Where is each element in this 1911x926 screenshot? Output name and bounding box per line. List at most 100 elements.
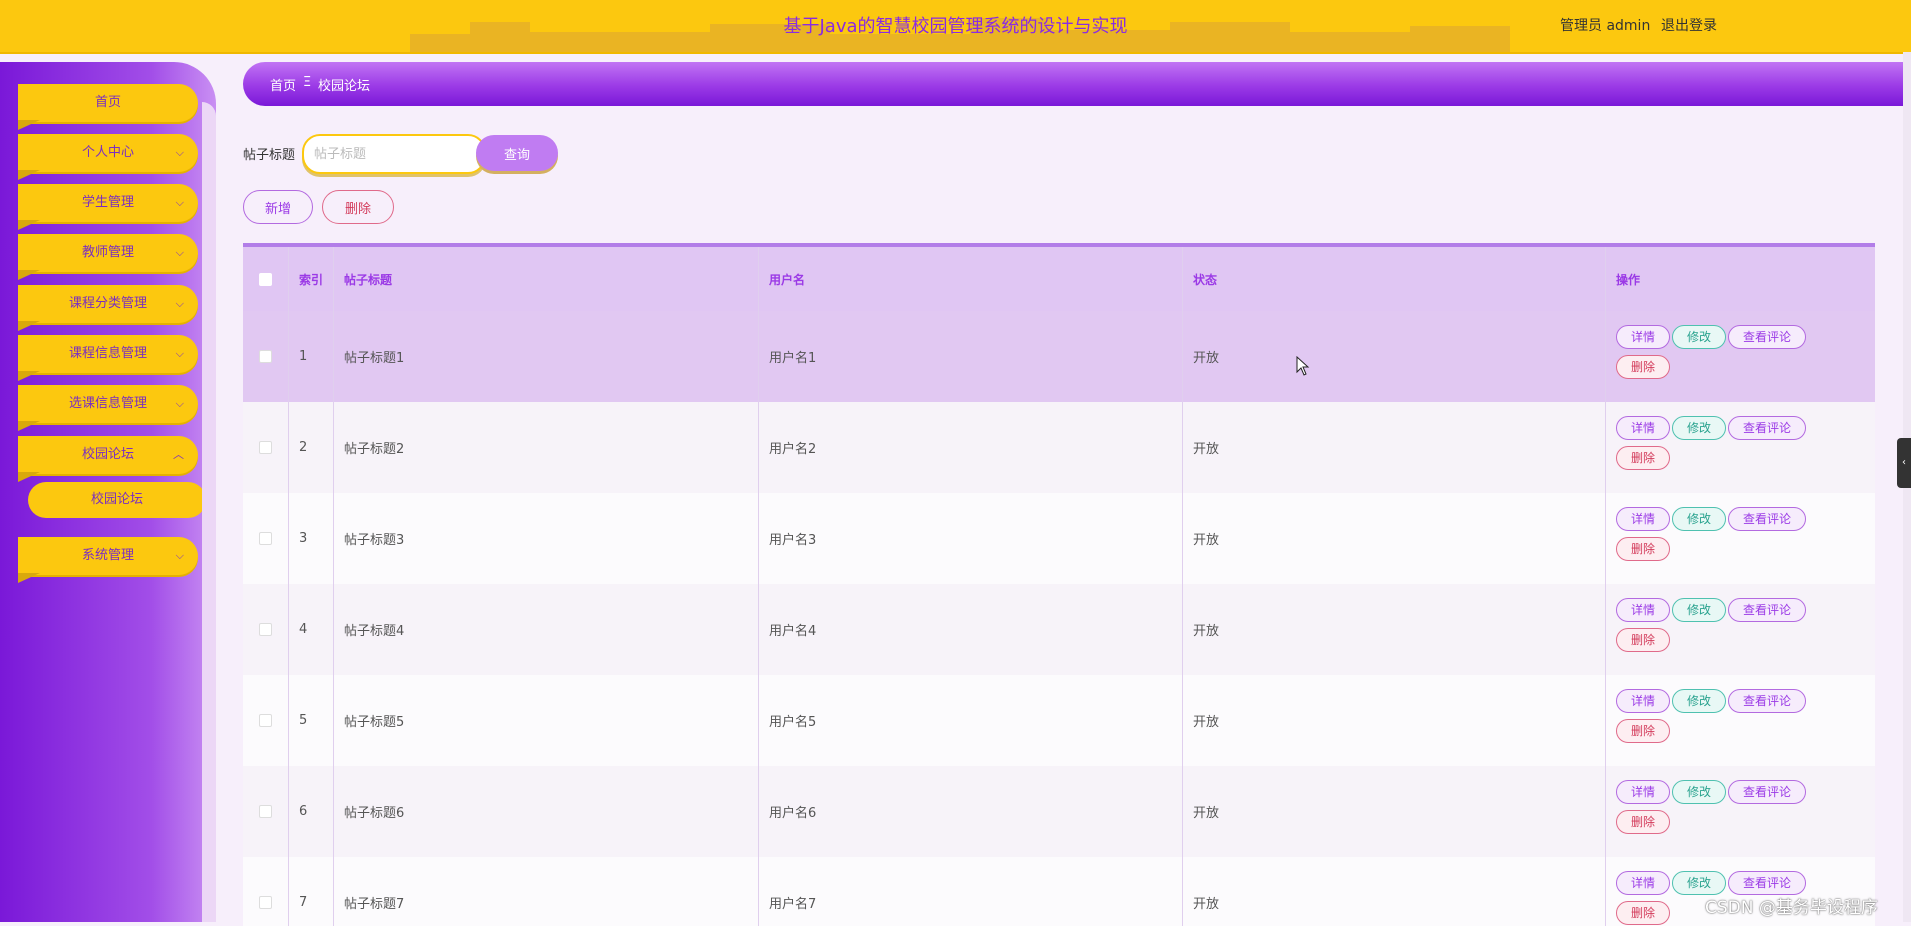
edit-button[interactable]: 修改 [1672, 871, 1727, 895]
chevron-down-icon: ⌵ [175, 347, 184, 360]
sidebar-item-system[interactable]: 系统管理 ⌵ [18, 537, 198, 583]
cell-index: 6 [289, 766, 334, 857]
row-checkbox[interactable] [259, 441, 272, 454]
breadcrumb: 首页 Ξ 校园论坛 [243, 62, 1911, 106]
detail-button[interactable]: 详情 [1616, 325, 1671, 349]
column-header-actions: 操作 [1616, 272, 1641, 287]
cell-status: 开放 [1183, 493, 1606, 584]
sidebar-item-course-categories[interactable]: 课程分类管理 ⌵ [18, 285, 198, 331]
chevron-up-icon: ︿ [173, 448, 184, 461]
table-row[interactable]: 2 帖子标题2 用户名2 开放 详情 修改 查看评论 删除 [243, 402, 1875, 494]
column-header-index: 索引 [289, 247, 334, 311]
row-actions: 详情 修改 查看评论删除 [1616, 689, 1866, 749]
sidebar-item-profile[interactable]: 个人中心 ⌵ [18, 134, 198, 180]
delete-button[interactable]: 删除 [1616, 355, 1671, 379]
sidebar-item-courses[interactable]: 课程信息管理 ⌵ [18, 335, 198, 381]
row-checkbox[interactable] [259, 714, 272, 727]
delete-button[interactable]: 删除 [1616, 810, 1671, 834]
search-input[interactable] [302, 134, 486, 174]
delete-button[interactable]: 删除 [1616, 446, 1671, 470]
sidebar-item-label: 选课信息管理 [68, 396, 147, 411]
edit-button[interactable]: 修改 [1672, 507, 1727, 531]
view-comments-button[interactable]: 查看评论 [1728, 871, 1807, 895]
panel-toggle-chevron-left-icon[interactable]: ‹ [1897, 438, 1911, 488]
delete-button[interactable]: 删除 [1616, 901, 1671, 925]
column-header-username: 用户名 [759, 247, 1183, 311]
sidebar-item-label: 课程信息管理 [68, 346, 147, 361]
sidebar-item-home[interactable]: 首页 [18, 84, 198, 130]
detail-button[interactable]: 详情 [1616, 416, 1671, 440]
view-comments-button[interactable]: 查看评论 [1728, 416, 1807, 440]
sidebar-subitem-forum[interactable]: 校园论坛 [28, 482, 206, 518]
cell-username: 用户名1 [759, 311, 1183, 402]
cell-index: 5 [289, 675, 334, 766]
top-header: 基于Java的智慧校园管理系统的设计与实现 管理员 admin 退出登录 [0, 0, 1911, 54]
column-header-title: 帖子标题 [334, 247, 759, 311]
cell-title: 帖子标题6 [334, 766, 759, 857]
view-comments-button[interactable]: 查看评论 [1728, 507, 1807, 531]
edit-button[interactable]: 修改 [1672, 598, 1727, 622]
sidebar-item-enrollments[interactable]: 选课信息管理 ⌵ [18, 385, 198, 431]
sidebar-item-label: 系统管理 [81, 548, 134, 563]
sidebar-item-label: 教师管理 [81, 245, 134, 260]
chevron-down-icon: ⌵ [175, 297, 184, 310]
chevron-down-icon: ⌵ [175, 397, 184, 410]
row-actions: 详情 修改 查看评论删除 [1616, 507, 1866, 567]
cell-username: 用户名2 [759, 402, 1183, 493]
view-comments-button[interactable]: 查看评论 [1728, 325, 1807, 349]
cell-status: 开放 [1183, 857, 1606, 926]
sidebar-item-label: 个人中心 [81, 145, 134, 160]
sidebar-item-students[interactable]: 学生管理 ⌵ [18, 184, 198, 230]
row-checkbox[interactable] [259, 532, 272, 545]
cell-status: 开放 [1183, 766, 1606, 857]
row-checkbox[interactable] [259, 896, 272, 909]
cell-index: 7 [289, 857, 334, 926]
row-checkbox[interactable] [259, 805, 272, 818]
view-comments-button[interactable]: 查看评论 [1728, 598, 1807, 622]
row-checkbox[interactable] [259, 623, 272, 636]
detail-button[interactable]: 详情 [1616, 598, 1671, 622]
logout-link[interactable]: 退出登录 [1661, 15, 1717, 35]
view-comments-button[interactable]: 查看评论 [1728, 780, 1807, 804]
chevron-down-icon: ⌵ [175, 196, 184, 209]
delete-button[interactable]: 删除 [1616, 719, 1671, 743]
table-row[interactable]: 1 帖子标题1 用户名1 开放 详情 修改 查看评论 删除 [243, 311, 1875, 403]
table-row[interactable]: 4 帖子标题4 用户名4 开放 详情 修改 查看评论 删除 [243, 584, 1875, 676]
cell-title: 帖子标题7 [334, 857, 759, 926]
cell-title: 帖子标题4 [334, 584, 759, 675]
edit-button[interactable]: 修改 [1672, 689, 1727, 713]
view-comments-button[interactable]: 查看评论 [1728, 689, 1807, 713]
sidebar-item-label: 学生管理 [81, 195, 134, 210]
detail-button[interactable]: 详情 [1616, 780, 1671, 804]
batch-delete-button[interactable]: 删除 [322, 190, 394, 224]
sidebar-item-label: 校园论坛 [81, 447, 134, 462]
cell-status: 开放 [1183, 311, 1606, 402]
select-all-checkbox[interactable] [259, 272, 272, 286]
cell-username: 用户名7 [759, 857, 1183, 926]
cell-title: 帖子标题3 [334, 493, 759, 584]
detail-button[interactable]: 详情 [1616, 689, 1671, 713]
delete-button[interactable]: 删除 [1616, 628, 1671, 652]
detail-button[interactable]: 详情 [1616, 871, 1671, 895]
table-row[interactable]: 6 帖子标题6 用户名6 开放 详情 修改 查看评论 删除 [243, 766, 1875, 858]
chevron-down-icon: ⌵ [175, 146, 184, 159]
delete-button[interactable]: 删除 [1616, 537, 1671, 561]
edit-button[interactable]: 修改 [1672, 780, 1727, 804]
sidebar-item-teachers[interactable]: 教师管理 ⌵ [18, 234, 198, 280]
detail-button[interactable]: 详情 [1616, 507, 1671, 531]
add-button[interactable]: 新增 [243, 190, 313, 224]
sidebar-item-forum[interactable]: 校园论坛 ︿ [18, 436, 198, 482]
breadcrumb-home[interactable]: 首页 [270, 75, 296, 94]
cell-title: 帖子标题1 [334, 311, 759, 402]
edit-button[interactable]: 修改 [1672, 325, 1727, 349]
table-row[interactable]: 5 帖子标题5 用户名5 开放 详情 修改 查看评论 删除 [243, 675, 1875, 767]
table-row[interactable]: 3 帖子标题3 用户名3 开放 详情 修改 查看评论 删除 [243, 493, 1875, 585]
sidebar: 首页 个人中心 ⌵ 学生管理 ⌵ 教师管理 ⌵ 课程分类管理 ⌵ 课程信息管理 … [0, 62, 216, 922]
row-actions: 详情 修改 查看评论删除 [1616, 325, 1866, 385]
cell-status: 开放 [1183, 675, 1606, 766]
query-button[interactable]: 查询 [476, 135, 558, 171]
table-row[interactable]: 7 帖子标题7 用户名7 开放 详情 修改 查看评论删除 [243, 857, 1875, 926]
current-user-label: 管理员 admin [1560, 18, 1651, 34]
row-checkbox[interactable] [259, 350, 272, 363]
edit-button[interactable]: 修改 [1672, 416, 1727, 440]
